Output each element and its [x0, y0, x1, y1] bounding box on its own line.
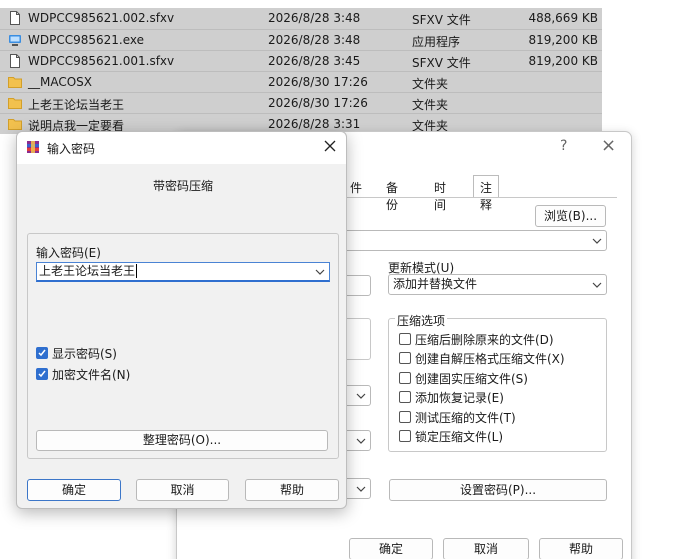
cancel-button[interactable]: 取消	[443, 538, 529, 559]
check-icon	[38, 349, 46, 357]
file-row[interactable]: WDPCC985621.002.sfxv 2026/8/28 3:48 SFXV…	[0, 8, 602, 29]
file-size: 819,200 KB	[528, 54, 598, 68]
checkbox[interactable]	[399, 411, 411, 423]
help-button[interactable]: 帮助	[539, 538, 623, 559]
file-name: __MACOSX	[28, 75, 93, 89]
option-label: 创建固实压缩文件(S)	[415, 372, 528, 386]
close-icon[interactable]	[322, 138, 338, 154]
option-label: 锁定压缩文件(L)	[415, 430, 504, 444]
file-size: 488,669 KB	[528, 11, 598, 25]
close-icon[interactable]: ×	[601, 135, 616, 156]
file-name: WDPCC985621.001.sfxv	[28, 54, 175, 68]
cancel-button[interactable]: 取消	[136, 479, 229, 501]
document-icon	[10, 54, 20, 68]
ok-button[interactable]: 确定	[27, 479, 121, 501]
file-type: SFXV 文件	[412, 13, 471, 27]
checkbox[interactable]	[399, 430, 411, 442]
application-icon	[9, 35, 21, 46]
chevron-down-icon	[592, 238, 602, 244]
update-mode-value: 添加并替换文件	[393, 277, 478, 291]
file-type: SFXV 文件	[412, 56, 471, 70]
organize-passwords-button[interactable]: 整理密码(O)...	[36, 430, 328, 451]
set-password-button[interactable]: 设置密码(P)...	[389, 479, 607, 501]
tab-divider	[343, 197, 617, 198]
chevron-down-icon	[592, 282, 602, 288]
browse-button[interactable]: 浏览(B)...	[535, 205, 606, 227]
folder-icon	[8, 77, 22, 88]
winrar-icon	[27, 141, 39, 153]
file-type: 文件夹	[412, 77, 449, 91]
file-row[interactable]: WDPCC985621.001.sfxv 2026/8/28 3:45 SFXV…	[0, 50, 602, 71]
password-input[interactable]: 上老王论坛当老王	[36, 262, 330, 282]
file-type: 文件夹	[412, 98, 449, 112]
help-button[interactable]: 帮助	[245, 479, 339, 501]
password-value: 上老王论坛当老王	[39, 264, 136, 278]
file-name: WDPCC985621.002.sfxv	[28, 11, 175, 25]
file-name: 上老王论坛当老王	[28, 98, 125, 112]
encrypt-filenames-label: 加密文件名(N)	[52, 368, 131, 382]
check-icon	[38, 370, 46, 378]
folder-icon	[8, 98, 22, 109]
chevron-down-icon	[356, 486, 366, 492]
dialog-title: 输入密码	[47, 142, 96, 156]
checkbox-checked[interactable]	[36, 347, 48, 359]
file-name: WDPCC985621.exe	[28, 33, 145, 47]
archive-name-combo[interactable]	[343, 230, 607, 251]
dialog-subtitle: 带密码压缩	[153, 179, 214, 193]
checkbox[interactable]	[399, 352, 411, 364]
document-icon	[10, 11, 20, 25]
tab-backup[interactable]: 备份	[379, 175, 405, 212]
file-date: 2026/8/28 3:45	[268, 54, 361, 68]
folder-icon	[8, 119, 22, 130]
method-group	[343, 318, 371, 360]
checkbox[interactable]	[399, 391, 411, 403]
tab-time[interactable]: 时间	[427, 175, 453, 212]
file-date: 2026/8/28 3:31	[268, 117, 361, 131]
format-field[interactable]	[343, 275, 371, 296]
file-row[interactable]: 上老王论坛当老王 2026/8/30 17:26 文件夹	[0, 92, 602, 113]
update-mode-select[interactable]: 添加并替换文件	[388, 274, 607, 295]
option-label: 添加恢复记录(E)	[415, 391, 504, 405]
chevron-down-icon	[356, 393, 366, 399]
split-volume-select[interactable]	[343, 478, 371, 499]
title-bar: 输入密码	[17, 132, 346, 164]
checkbox[interactable]	[399, 372, 411, 384]
compression-options-label: 压缩选项	[395, 312, 448, 329]
method-select[interactable]	[343, 385, 371, 406]
chevron-down-icon[interactable]	[315, 267, 325, 277]
checkbox-checked[interactable]	[36, 368, 48, 380]
checkbox[interactable]	[399, 333, 411, 345]
dictionary-select[interactable]	[343, 430, 371, 451]
file-size: 819,200 KB	[528, 33, 598, 47]
file-date: 2026/8/28 3:48	[268, 33, 361, 47]
password-label: 输入密码(E)	[36, 246, 101, 260]
help-title-button[interactable]: ?	[560, 138, 567, 154]
file-date: 2026/8/30 17:26	[268, 96, 368, 110]
file-date: 2026/8/28 3:48	[268, 11, 361, 25]
tab-comment[interactable]: 注释	[473, 175, 500, 212]
file-type: 应用程序	[412, 35, 461, 49]
file-row[interactable]: WDPCC985621.exe 2026/8/28 3:48 应用程序 819,…	[0, 29, 602, 50]
file-date: 2026/8/30 17:26	[268, 75, 368, 89]
chevron-down-icon	[356, 438, 366, 444]
ok-button[interactable]: 确定	[349, 538, 433, 559]
password-dialog: 输入密码 带密码压缩 输入密码(E) 上老王论坛当老王 显示密码(S) 加密文件…	[16, 131, 347, 509]
file-list: WDPCC985621.002.sfxv 2026/8/28 3:48 SFXV…	[0, 8, 602, 134]
show-password-label: 显示密码(S)	[52, 347, 117, 361]
option-label: 压缩后删除原来的文件(D)	[415, 333, 554, 347]
file-row[interactable]: __MACOSX 2026/8/30 17:26 文件夹	[0, 71, 602, 92]
option-label: 测试压缩的文件(T)	[415, 411, 516, 425]
option-label: 创建自解压格式压缩文件(X)	[415, 352, 565, 366]
